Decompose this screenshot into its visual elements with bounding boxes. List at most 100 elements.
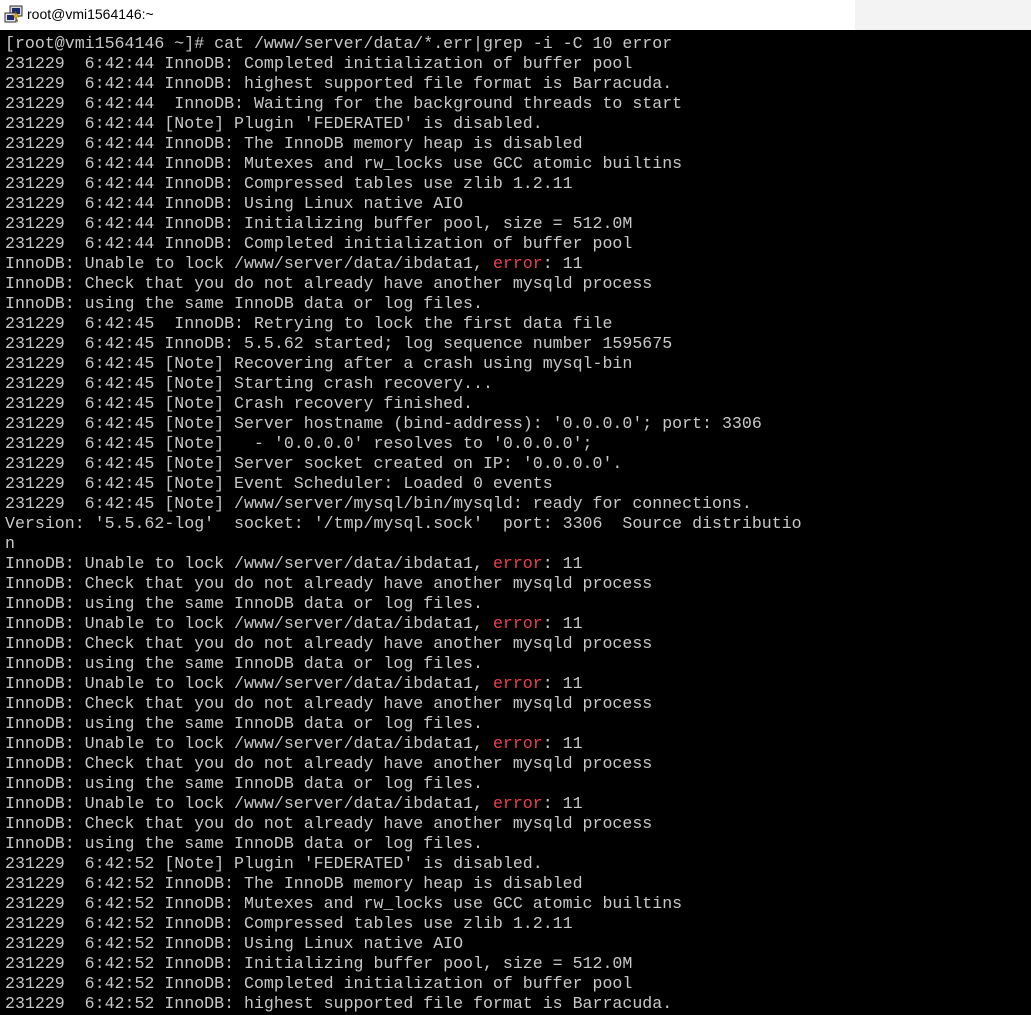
terminal-text: InnoDB: Check that you do not already ha… xyxy=(5,574,653,593)
terminal-line: InnoDB: Check that you do not already ha… xyxy=(5,574,1027,594)
terminal-text: : 11 xyxy=(542,614,583,633)
error-keyword-highlight: error xyxy=(492,794,543,813)
terminal-line: 231229 6:42:52 InnoDB: Mutexes and rw_lo… xyxy=(5,894,1027,914)
terminal-line: 231229 6:42:45 InnoDB: 5.5.62 started; l… xyxy=(5,334,1027,354)
terminal-text: 231229 6:42:45 InnoDB: 5.5.62 started; l… xyxy=(5,334,673,353)
terminal-line: InnoDB: using the same InnoDB data or lo… xyxy=(5,714,1027,734)
terminal-text: InnoDB: Check that you do not already ha… xyxy=(5,814,653,833)
terminal-text: 231229 6:42:52 InnoDB: Mutexes and rw_lo… xyxy=(5,894,683,913)
terminal-text: InnoDB: Check that you do not already ha… xyxy=(5,634,653,653)
terminal-line: InnoDB: Check that you do not already ha… xyxy=(5,814,1027,834)
terminal-line: 231229 6:42:44 InnoDB: Initializing buff… xyxy=(5,214,1027,234)
terminal-text: InnoDB: using the same InnoDB data or lo… xyxy=(5,654,483,673)
terminal-output[interactable]: [root@vmi1564146 ~]# cat /www/server/dat… xyxy=(5,34,1027,1015)
terminal-line: 231229 6:42:45 [Note] - '0.0.0.0' resolv… xyxy=(5,434,1027,454)
terminal-line: 231229 6:42:52 InnoDB: The InnoDB memory… xyxy=(5,874,1027,894)
terminal-text: InnoDB: Unable to lock /www/server/data/… xyxy=(5,254,493,273)
terminal-line: InnoDB: using the same InnoDB data or lo… xyxy=(5,654,1027,674)
terminal-line: InnoDB: Check that you do not already ha… xyxy=(5,694,1027,714)
terminal-text: [root@vmi1564146 ~]# cat /www/server/dat… xyxy=(5,34,673,53)
terminal-line: [root@vmi1564146 ~]# cat /www/server/dat… xyxy=(5,34,1027,54)
terminal-line: InnoDB: using the same InnoDB data or lo… xyxy=(5,834,1027,854)
terminal-line: InnoDB: Unable to lock /www/server/data/… xyxy=(5,734,1027,754)
terminal-text: : 11 xyxy=(542,734,583,753)
terminal-text: : 11 xyxy=(542,254,583,273)
terminal-text: InnoDB: Unable to lock /www/server/data/… xyxy=(5,614,493,633)
terminal-line: InnoDB: Unable to lock /www/server/data/… xyxy=(5,674,1027,694)
error-keyword-highlight: error xyxy=(492,734,543,753)
terminal-text: 231229 6:42:44 InnoDB: The InnoDB memory… xyxy=(5,134,583,153)
terminal-text: 231229 6:42:44 InnoDB: Initializing buff… xyxy=(5,214,633,233)
terminal-line: 231229 6:42:44 InnoDB: Waiting for the b… xyxy=(5,94,1027,114)
error-keyword-highlight: error xyxy=(492,554,543,573)
terminal-text: : 11 xyxy=(542,554,583,573)
terminal-text: 231229 6:42:45 [Note] Event Scheduler: L… xyxy=(5,474,553,493)
terminal-line: 231229 6:42:52 InnoDB: highest supported… xyxy=(5,994,1027,1014)
terminal-line: InnoDB: using the same InnoDB data or lo… xyxy=(5,774,1027,794)
terminal-text: 231229 6:42:44 InnoDB: Mutexes and rw_lo… xyxy=(5,154,683,173)
terminal-text: 231229 6:42:45 [Note] Recovering after a… xyxy=(5,354,633,373)
terminal-line: 231229 6:42:44 InnoDB: Mutexes and rw_lo… xyxy=(5,154,1027,174)
terminal-text: 231229 6:42:45 [Note] Starting crash rec… xyxy=(5,374,493,393)
terminal-line: 231229 6:42:44 InnoDB: Completed initial… xyxy=(5,54,1027,74)
terminal-text: 231229 6:42:44 InnoDB: Completed initial… xyxy=(5,54,633,73)
terminal-line: 231229 6:42:52 InnoDB: Using Linux nativ… xyxy=(5,934,1027,954)
terminal-line: 231229 6:42:44 [Note] Plugin 'FEDERATED'… xyxy=(5,114,1027,134)
title-bar[interactable]: root@vmi1564146:~ xyxy=(0,0,1031,30)
terminal-text: 231229 6:42:52 InnoDB: highest supported… xyxy=(5,994,673,1013)
terminal-line: 231229 6:42:44 InnoDB: The InnoDB memory… xyxy=(5,134,1027,154)
error-keyword-highlight: error xyxy=(492,674,543,693)
terminal-line: 231229 6:42:44 InnoDB: Compressed tables… xyxy=(5,174,1027,194)
terminal-text: 231229 6:42:44 InnoDB: highest supported… xyxy=(5,74,673,93)
terminal-text: InnoDB: using the same InnoDB data or lo… xyxy=(5,294,483,313)
terminal-text: Version: '5.5.62-log' socket: '/tmp/mysq… xyxy=(5,514,802,533)
terminal-line: 231229 6:42:52 [Note] Plugin 'FEDERATED'… xyxy=(5,854,1027,874)
terminal-text: 231229 6:42:45 [Note] - '0.0.0.0' resolv… xyxy=(5,434,593,453)
putty-terminal-icon xyxy=(4,5,24,25)
terminal-text: InnoDB: using the same InnoDB data or lo… xyxy=(5,834,483,853)
terminal-line: InnoDB: Unable to lock /www/server/data/… xyxy=(5,794,1027,814)
terminal-text: 231229 6:42:44 InnoDB: Completed initial… xyxy=(5,234,633,253)
terminal-text: InnoDB: Check that you do not already ha… xyxy=(5,274,653,293)
terminal-text: InnoDB: Unable to lock /www/server/data/… xyxy=(5,554,493,573)
terminal-text: InnoDB: using the same InnoDB data or lo… xyxy=(5,774,483,793)
terminal-line: 231229 6:42:44 InnoDB: Using Linux nativ… xyxy=(5,194,1027,214)
terminal-text: InnoDB: using the same InnoDB data or lo… xyxy=(5,714,483,733)
terminal-text: 231229 6:42:44 [Note] Plugin 'FEDERATED'… xyxy=(5,114,543,133)
terminal-line: 231229 6:42:45 [Note] Recovering after a… xyxy=(5,354,1027,374)
terminal-line: 231229 6:42:52 InnoDB: Completed initial… xyxy=(5,974,1027,994)
terminal-line: 231229 6:42:44 InnoDB: Completed initial… xyxy=(5,234,1027,254)
terminal-line: 231229 6:42:45 [Note] Server socket crea… xyxy=(5,454,1027,474)
terminal-line: 231229 6:42:45 [Note] /www/server/mysql/… xyxy=(5,494,1027,514)
terminal-line: 231229 6:42:45 [Note] Crash recovery fin… xyxy=(5,394,1027,414)
terminal-text: 231229 6:42:45 [Note] /www/server/mysql/… xyxy=(5,494,752,513)
terminal-line: InnoDB: using the same InnoDB data or lo… xyxy=(5,594,1027,614)
window-title: root@vmi1564146:~ xyxy=(27,6,154,22)
error-keyword-highlight: error xyxy=(492,614,543,633)
terminal-line: 231229 6:42:52 InnoDB: Initializing buff… xyxy=(5,954,1027,974)
terminal-line: n xyxy=(5,534,1027,554)
terminal-text: 231229 6:42:44 InnoDB: Compressed tables… xyxy=(5,174,573,193)
terminal-line: 231229 6:42:52 InnoDB: Compressed tables… xyxy=(5,914,1027,934)
terminal-line: InnoDB: Check that you do not already ha… xyxy=(5,274,1027,294)
terminal-text: : 11 xyxy=(542,674,583,693)
terminal-text: 231229 6:42:52 InnoDB: The InnoDB memory… xyxy=(5,874,583,893)
terminal-text: InnoDB: Unable to lock /www/server/data/… xyxy=(5,794,493,813)
terminal-line: InnoDB: Unable to lock /www/server/data/… xyxy=(5,554,1027,574)
terminal-line: Version: '5.5.62-log' socket: '/tmp/mysq… xyxy=(5,514,1027,534)
terminal-text: InnoDB: Unable to lock /www/server/data/… xyxy=(5,674,493,693)
terminal-text: 231229 6:42:45 [Note] Server hostname (b… xyxy=(5,414,762,433)
terminal-text: InnoDB: Unable to lock /www/server/data/… xyxy=(5,734,493,753)
terminal-text: InnoDB: using the same InnoDB data or lo… xyxy=(5,594,483,613)
terminal-line: InnoDB: Check that you do not already ha… xyxy=(5,634,1027,654)
terminal-text: 231229 6:42:52 InnoDB: Using Linux nativ… xyxy=(5,934,464,953)
terminal-line: 231229 6:42:45 [Note] Event Scheduler: L… xyxy=(5,474,1027,494)
terminal-line: InnoDB: Check that you do not already ha… xyxy=(5,754,1027,774)
terminal-text: InnoDB: Check that you do not already ha… xyxy=(5,694,653,713)
title-bar-controls-area xyxy=(855,0,1031,30)
terminal-line: InnoDB: using the same InnoDB data or lo… xyxy=(5,294,1027,314)
terminal-text: 231229 6:42:45 [Note] Server socket crea… xyxy=(5,454,623,473)
terminal-line: InnoDB: Unable to lock /www/server/data/… xyxy=(5,254,1027,274)
terminal-text: 231229 6:42:52 InnoDB: Compressed tables… xyxy=(5,914,573,933)
terminal-line: 231229 6:42:45 [Note] Starting crash rec… xyxy=(5,374,1027,394)
